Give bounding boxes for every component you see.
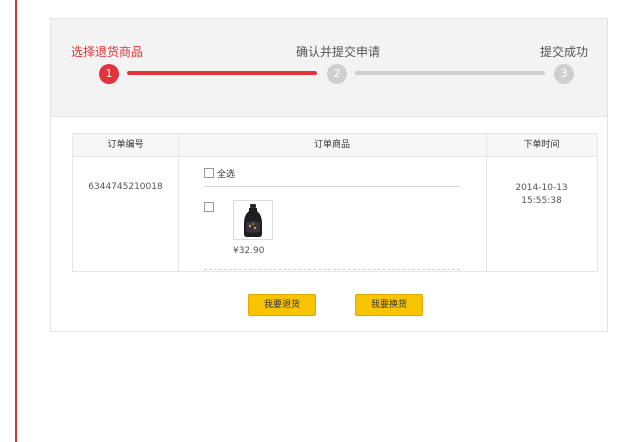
order-table: 订单编号 订单商品 下单时间 6344745210018 全选 ¥32.90 2…	[72, 133, 598, 272]
step-1-progress-bar	[127, 71, 317, 75]
header-order-id: 订单编号	[107, 140, 144, 150]
left-border-rule	[15, 0, 17, 442]
table-header: 订单编号 订单商品 下单时间	[73, 134, 597, 157]
product-checkbox[interactable]	[204, 202, 214, 212]
order-date: 2014-10-13	[515, 183, 568, 193]
step-2-circle: 2	[327, 64, 347, 84]
exchange-goods-button[interactable]: 我要换货	[355, 294, 423, 316]
return-goods-button[interactable]: 我要退货	[248, 294, 316, 316]
product-thumbnail[interactable]	[233, 200, 273, 240]
goods-divider	[204, 186, 460, 187]
step-2-progress-bar	[355, 71, 545, 75]
order-id-value: 6344745210018	[88, 182, 163, 192]
header-order-time: 下单时间	[523, 140, 560, 150]
wine-bottle-icon	[244, 204, 262, 237]
goods-dashed-divider	[204, 269, 460, 270]
product-price: ¥32.90	[233, 246, 265, 256]
return-panel: 选择退货商品 确认并提交申请 提交成功 1 2 3 订单编号 订单商品 下单时间…	[50, 18, 608, 332]
step-1-circle: 1	[99, 64, 119, 84]
order-time-value: 2014-10-13 15:55:38	[486, 182, 597, 208]
step-3-circle: 3	[554, 64, 574, 84]
step-2-label: 确认并提交申请	[296, 45, 381, 59]
column-divider	[178, 134, 179, 271]
step-3-label: 提交成功	[540, 45, 589, 59]
order-clock-time: 15:55:38	[521, 196, 562, 206]
progress-steps: 选择退货商品 确认并提交申请 提交成功 1 2 3	[51, 19, 607, 117]
header-order-goods: 订单商品	[313, 140, 350, 150]
select-all-label: 全选	[217, 170, 236, 180]
step-1-label: 选择退货商品	[71, 45, 144, 59]
select-all-checkbox[interactable]	[204, 168, 214, 178]
